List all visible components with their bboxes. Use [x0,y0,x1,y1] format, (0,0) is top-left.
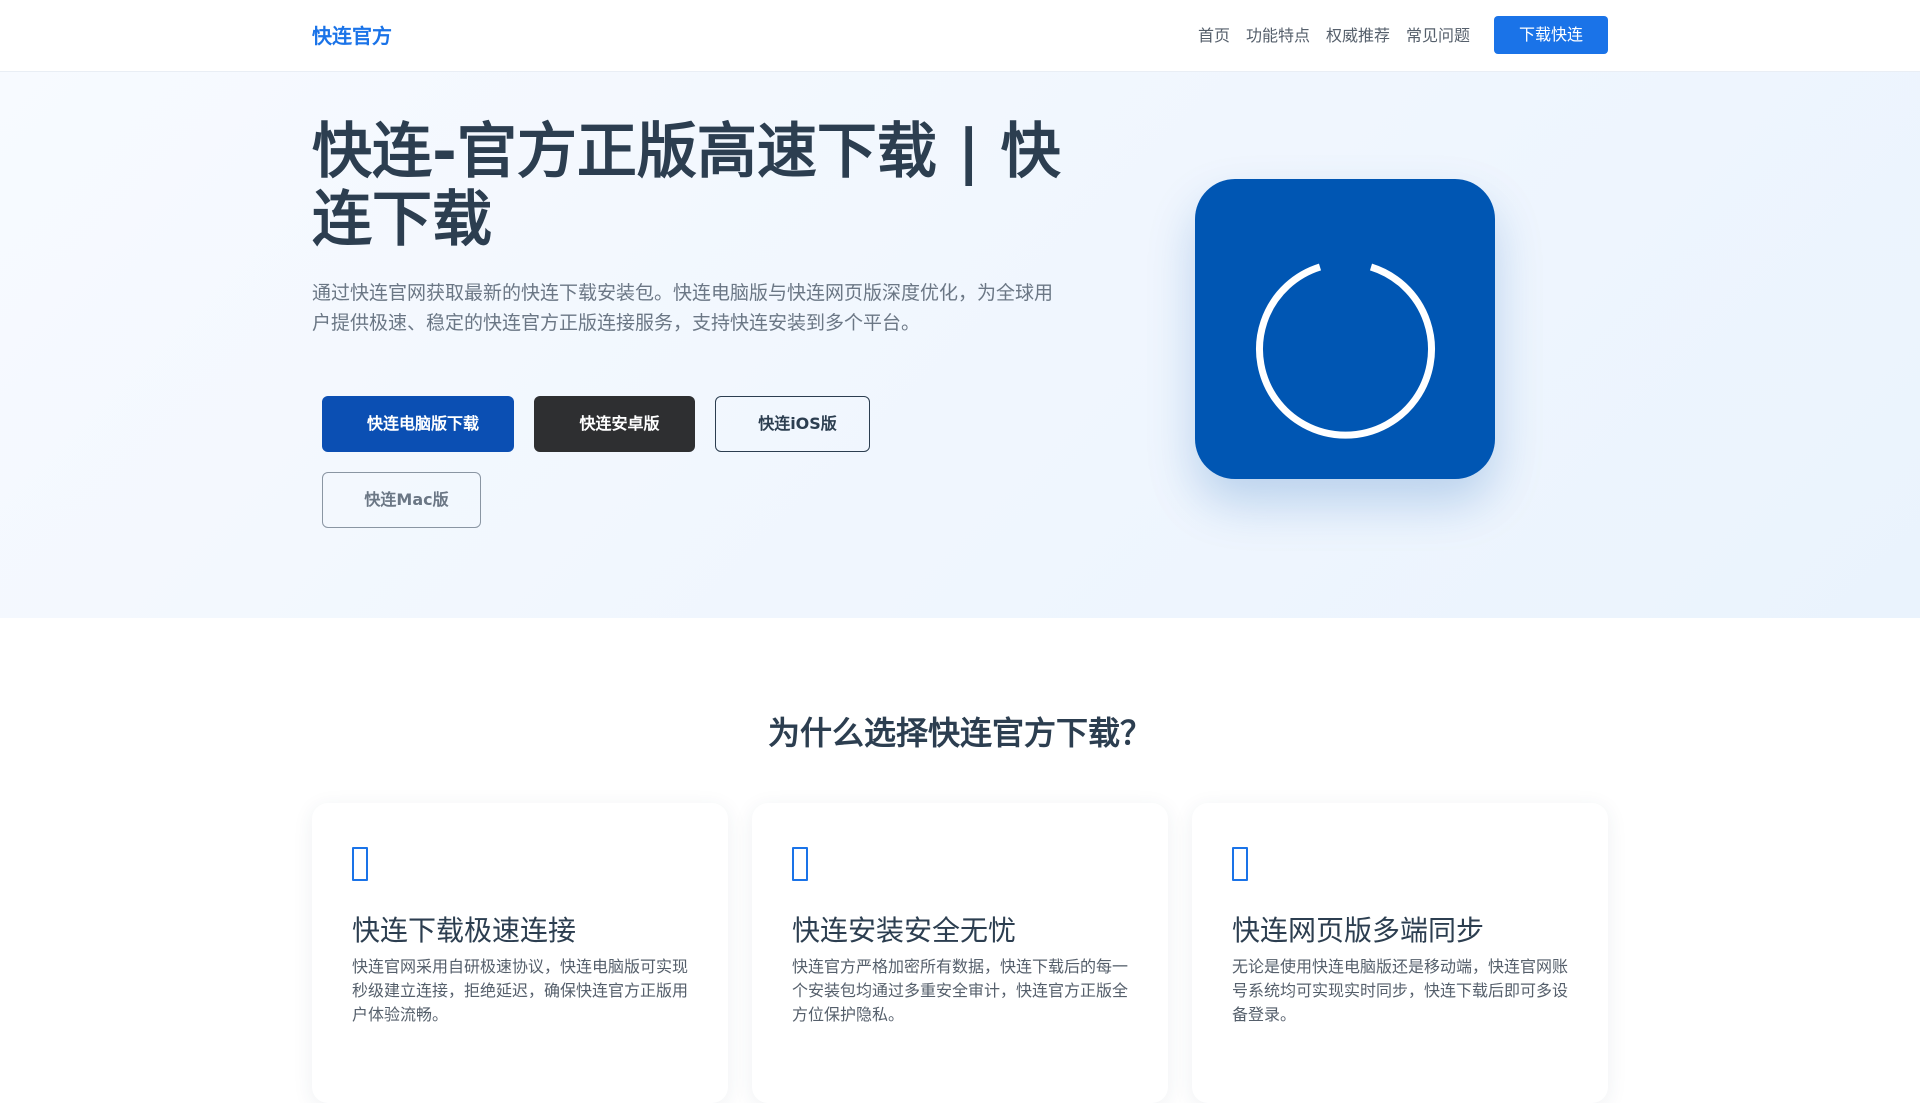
feature-card-text: 无论是使用快连电脑版还是移动端，快连官网账号系统均可实现实时同步，快连下载后即可… [1232,957,1569,1024]
pc-download-button[interactable]: 快连电脑版下载 [322,396,514,452]
hero-description: 通过快连官网获取最新的快连下载安装包。快连电脑版与快连网页版深度优化，为全球用户… [312,282,1054,334]
speed-icon [352,847,368,881]
mac-download-button[interactable]: 快连Mac版 [322,472,481,528]
page-title: 快连-官方正版高速下载 | 快连下载 [312,117,1061,255]
hero-section: 快连-官方正版高速下载 | 快连下载 通过快连官网获取最新的快连下载安装包。快连… [0,72,1920,618]
feature-card: 快连安装安全无忧 快连官方严格加密所有数据，快连下载后的每一个安装包均通过多重安… [752,803,1168,1103]
features-title: 为什么选择快连官方下载？ [767,714,1152,752]
power-ring-icon [1256,263,1435,439]
nav-item-recommend[interactable]: 权威推荐 [1326,22,1390,50]
header-download-button[interactable]: 下载快连 [1494,16,1608,54]
feature-card-text: 快连官方严格加密所有数据，快连下载后的每一个安装包均通过多重安全审计，快连官方正… [792,957,1129,1024]
ios-download-button[interactable]: 快连iOS版 [715,396,870,452]
site-header: 快连官方 首页 功能特点 权威推荐 常见问题 下载快连 [0,0,1920,72]
android-download-button[interactable]: 快连安卓版 [534,396,695,452]
feature-card: 快连下载极速连接 快连官网采用自研极速协议，快连电脑版可实现秒级建立连接，拒绝延… [312,803,728,1103]
feature-card-title: 快连网页版多端同步 [1232,914,1485,947]
shield-icon [792,847,808,881]
feature-card-title: 快连安装安全无忧 [792,914,1017,947]
nav-item-features[interactable]: 功能特点 [1246,22,1310,50]
nav-item-faq[interactable]: 常见问题 [1406,22,1470,50]
mac-download-label: 快连Mac版 [364,490,449,509]
pc-download-label: 快连电脑版下载 [366,414,479,433]
site-logo[interactable]: 快连官方 [312,22,392,50]
main-nav: 首页 功能特点 权威推荐 常见问题 [1198,22,1470,50]
sync-icon [1232,847,1248,881]
feature-card-title: 快连下载极速连接 [352,914,577,947]
feature-card: 快连网页版多端同步 无论是使用快连电脑版还是移动端，快连官网账号系统均可实现实时… [1192,803,1608,1103]
feature-card-text: 快连官网采用自研极速协议，快连电脑版可实现秒级建立连接，拒绝延迟，确保快连官方正… [352,957,689,1024]
android-download-label: 快连安卓版 [579,414,660,433]
app-logo-icon [1195,179,1495,479]
ios-download-label: 快连iOS版 [758,414,837,433]
nav-item-home[interactable]: 首页 [1198,22,1230,50]
